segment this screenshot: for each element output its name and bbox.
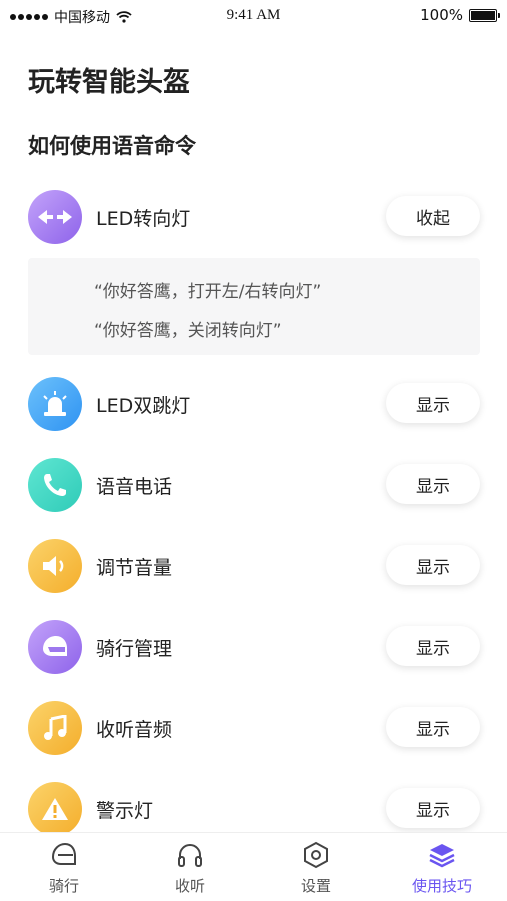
tab-tips[interactable]: 使用技巧 [379, 833, 505, 901]
command-label: 骑行管理 [96, 638, 173, 660]
example-command: “你好答鹰，打开左/右转向灯” [94, 282, 322, 302]
command-examples-panel: “你好答鹰，打开左/右转向灯” “你好答鹰，关闭转向灯” [28, 258, 480, 355]
command-item-led-turn: LED转向灯 收起 [0, 188, 507, 244]
command-item-riding: 骑行管理 显示 [0, 618, 507, 674]
tab-label: 设置 [300, 877, 331, 895]
command-item-led-hazard: LED双跳灯 显示 [0, 375, 507, 431]
tab-label: 骑行 [48, 877, 79, 895]
example-command: “你好答鹰，关闭转向灯” [94, 321, 282, 341]
show-button[interactable]: 显示 [386, 707, 480, 747]
helmet-icon [28, 620, 82, 674]
layers-icon [429, 844, 455, 868]
command-label: 警示灯 [96, 800, 154, 822]
section-title: 如何使用语音命令 [28, 134, 196, 158]
battery-group: 100% [420, 6, 500, 24]
siren-icon [28, 377, 82, 431]
show-button[interactable]: 显示 [386, 383, 480, 423]
phone-icon [28, 458, 82, 512]
status-bar: 中国移动 9:41 AM 100% [0, 0, 507, 32]
hexagon-settings-icon [304, 841, 328, 869]
tab-label: 收听 [174, 877, 205, 895]
command-label: 语音电话 [96, 476, 173, 498]
battery-percent: 100% [420, 6, 463, 24]
show-button[interactable]: 显示 [386, 626, 480, 666]
helmet-icon [51, 842, 76, 865]
tab-riding[interactable]: 骑行 [1, 833, 127, 901]
speaker-icon [28, 539, 82, 593]
command-item-audio: 收听音频 显示 [0, 699, 507, 755]
collapse-button[interactable]: 收起 [386, 196, 480, 236]
tab-label: 使用技巧 [411, 877, 472, 895]
command-label: LED转向灯 [96, 208, 191, 230]
command-item-warning-light: 警示灯 显示 [0, 780, 507, 836]
command-label: 调节音量 [96, 557, 173, 579]
command-item-voice-call: 语音电话 显示 [0, 456, 507, 512]
music-icon [28, 701, 82, 755]
show-button[interactable]: 显示 [386, 464, 480, 504]
headphones-icon [178, 844, 202, 867]
command-item-volume: 调节音量 显示 [0, 537, 507, 593]
page-title: 玩转智能头盔 [28, 67, 190, 98]
tab-listen[interactable]: 收听 [127, 833, 253, 901]
command-label: LED双跳灯 [96, 395, 191, 417]
arrows-icon [28, 190, 82, 244]
tab-settings[interactable]: 设置 [253, 833, 379, 901]
command-label: 收听音频 [96, 719, 173, 741]
show-button[interactable]: 显示 [386, 545, 480, 585]
show-button[interactable]: 显示 [386, 788, 480, 828]
battery-icon [469, 8, 500, 22]
tab-bar: 骑行 收听 设置 使用技巧 [0, 832, 507, 901]
warning-icon [28, 782, 82, 836]
